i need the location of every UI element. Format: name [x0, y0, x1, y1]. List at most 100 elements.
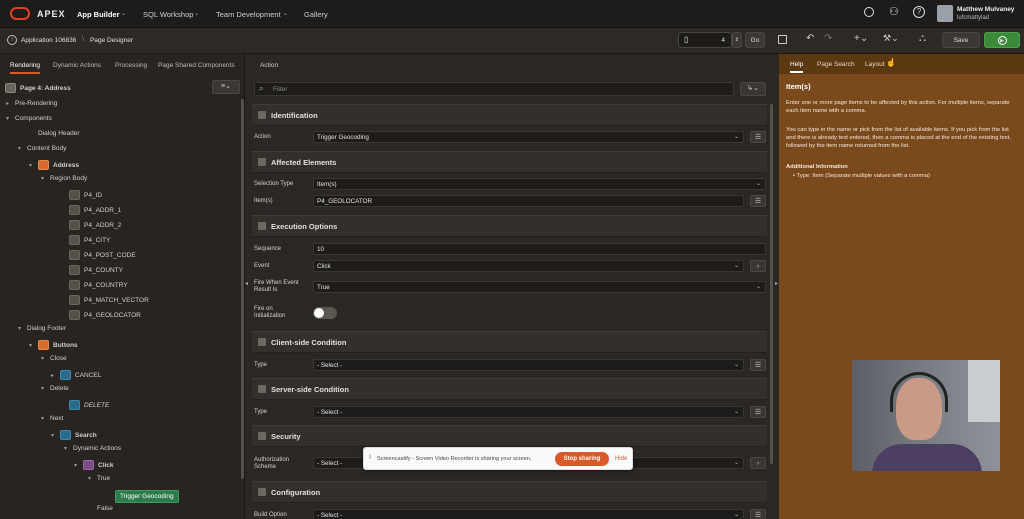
tab-layout[interactable]: Layout [865, 61, 885, 68]
authorization-goto-button[interactable]: › [750, 457, 766, 469]
server-type-select[interactable]: - Select - ⌄ [313, 406, 744, 418]
go-button[interactable]: Go [745, 32, 765, 48]
tree-node-region-address[interactable]: ▾ Address [29, 160, 79, 170]
chevron-down-icon[interactable]: ▾ [41, 385, 47, 392]
chevron-down-icon[interactable]: ▾ [29, 342, 35, 349]
chevron-right-icon[interactable]: ▸ [6, 100, 12, 107]
page-stepper[interactable]: ⇕ [732, 32, 742, 48]
tree-node-da-click[interactable]: ▾ Click [74, 460, 114, 470]
filter-input[interactable]: Filter [273, 86, 287, 93]
filter-box[interactable]: ⌕ Filter [254, 82, 734, 96]
apex-brand[interactable]: APEX [37, 9, 66, 19]
chevron-down-icon[interactable]: ▾ [64, 445, 70, 452]
shared-components-icon[interactable]: ⛬ [919, 33, 926, 44]
section-execution-options[interactable]: Execution Options [252, 215, 767, 237]
tree-node-false-branch[interactable]: False [88, 505, 113, 512]
event-goto-button[interactable]: › [750, 260, 766, 272]
create-menu-icon[interactable]: +⌄ [854, 33, 868, 44]
avatar[interactable] [937, 5, 953, 22]
save-button[interactable]: Save [942, 32, 980, 48]
chevron-down-icon[interactable]: ▾ [41, 175, 47, 182]
chevron-down-icon[interactable]: ▾ [51, 432, 57, 439]
client-type-select[interactable]: - Select - ⌄ [313, 359, 744, 371]
tab-processing[interactable]: Processing [115, 62, 147, 69]
tree-node-dialog-header[interactable]: Dialog Header [29, 130, 80, 137]
right-splitter-handle[interactable]: ▸ [775, 280, 778, 287]
left-scrollbar[interactable] [241, 99, 244, 479]
menu-app-builder[interactable]: App Builder [77, 10, 120, 19]
app-up-icon[interactable]: ↑ [7, 35, 17, 45]
tree-node-components[interactable]: ▾ Components [6, 115, 52, 122]
tree-node-item-p4-addr-2[interactable]: P4_ADDR_2 [60, 220, 121, 230]
chevron-right-icon[interactable]: ▸ [51, 372, 57, 379]
event-select[interactable]: Click ⌄ [313, 260, 744, 272]
tree-node-item-p4-post-code[interactable]: P4_POST_CODE [60, 250, 136, 260]
chevron-down-icon[interactable]: ▾ [88, 475, 94, 482]
tree-node-close[interactable]: ▾ Close [41, 355, 67, 362]
items-list-button[interactable]: ☰ [750, 195, 766, 207]
user-settings-icon[interactable]: ⚇ [889, 5, 899, 18]
utilities-menu-icon[interactable]: ⚒⌄ [883, 33, 899, 44]
build-option-list-button[interactable]: ☰ [750, 509, 766, 519]
goto-group-button[interactable]: ↳⌄ [740, 82, 766, 96]
page-node[interactable]: Page 4: Address [5, 83, 71, 93]
section-identification[interactable]: Identification [252, 104, 767, 126]
build-option-select[interactable]: - Select - ⌄ [313, 509, 744, 519]
tree-node-item-p4-county[interactable]: P4_COUNTY [60, 265, 123, 275]
tree-node-buttons[interactable]: ▾ Buttons [29, 340, 78, 350]
menu-sql-workshop[interactable]: SQL Workshop [143, 10, 193, 19]
tree-node-next[interactable]: ▾ Next [41, 415, 63, 422]
redo-icon[interactable]: ↷ [824, 33, 832, 44]
tree-node-true-branch[interactable]: ▾ True [88, 475, 110, 482]
tree-node-item-p4-geolocator[interactable]: P4_GEOLOCATOR [60, 310, 141, 320]
action-select[interactable]: Trigger Geocoding ⌄ [313, 131, 744, 143]
tree-node-item-p4-city[interactable]: P4_CITY [60, 235, 110, 245]
section-server-side-condition[interactable]: Server-side Condition [252, 378, 767, 400]
tree-node-region-body[interactable]: ▾ Region Body [41, 175, 87, 182]
tree-node-dynamic-actions[interactable]: ▾ Dynamic Actions [64, 445, 121, 452]
chevron-down-icon[interactable]: ▾ [18, 325, 24, 332]
action-list-button[interactable]: ☰ [750, 131, 766, 143]
tab-dynamic-actions[interactable]: Dynamic Actions [53, 62, 101, 69]
chevron-down-icon[interactable]: ▾ [18, 145, 24, 152]
tab-page-shared-components[interactable]: Page Shared Components [158, 62, 235, 69]
items-input[interactable]: P4_GEOLOCATOR [313, 195, 744, 207]
breadcrumb-application[interactable]: Application 106836 [21, 37, 76, 44]
run-button[interactable]: ▶ [984, 32, 1020, 48]
chevron-down-icon[interactable]: ▾ [6, 115, 12, 122]
fire-when-select[interactable]: True ⌄ [313, 281, 766, 293]
tree-node-item-p4-country[interactable]: P4_COUNTRY [60, 280, 128, 290]
chevron-down-icon[interactable]: ▾ [74, 462, 80, 469]
property-editor-scrollbar[interactable] [770, 104, 773, 464]
help-icon[interactable]: ? [913, 6, 925, 18]
hide-button[interactable]: Hide [615, 456, 627, 462]
chevron-down-icon[interactable]: ▾ [29, 162, 35, 169]
tree-node-button-cancel[interactable]: ▸ CANCEL [51, 370, 101, 380]
oracle-logo-icon[interactable] [10, 7, 30, 20]
tree-node-item-p4-id[interactable]: P4_ID [60, 190, 102, 200]
tree-node-content-body[interactable]: ▾ Content Body [18, 145, 66, 152]
section-configuration[interactable]: Configuration [252, 481, 767, 503]
menu-gallery[interactable]: Gallery [304, 10, 328, 19]
tree-node-button-delete[interactable]: DELETE [60, 400, 109, 410]
section-affected-elements[interactable]: Affected Elements [252, 151, 767, 173]
tree-node-delete[interactable]: ▾ Delete [41, 385, 69, 392]
selection-type-select[interactable]: Item(s) ⌄ [313, 178, 766, 190]
search-icon[interactable] [864, 7, 874, 17]
lock-page-icon[interactable] [778, 35, 787, 44]
tree-node-pre-rendering[interactable]: ▸ Pre-Rendering [6, 100, 57, 107]
tree-node-dialog-footer[interactable]: ▾ Dialog Footer [18, 325, 66, 332]
chevron-down-icon[interactable]: ▾ [41, 415, 47, 422]
tree-menu-button[interactable]: ≡⌄ [212, 80, 240, 94]
tree-node-action-trigger-geocoding[interactable]: Trigger Geocoding [106, 490, 179, 503]
tab-rendering[interactable]: Rendering [10, 62, 40, 74]
client-type-list-button[interactable]: ☰ [750, 359, 766, 371]
tab-page-search[interactable]: Page Search [817, 61, 855, 68]
tree-node-item-p4-addr-1[interactable]: P4_ADDR_1 [60, 205, 121, 215]
undo-icon[interactable]: ↶ [806, 33, 814, 44]
tab-help[interactable]: Help [790, 61, 804, 73]
section-client-side-condition[interactable]: Client-side Condition [252, 331, 767, 353]
sequence-input[interactable]: 10 [313, 243, 766, 255]
page-selector-field[interactable]: ▯ 4 [678, 32, 732, 48]
chevron-down-icon[interactable]: ▾ [41, 355, 47, 362]
